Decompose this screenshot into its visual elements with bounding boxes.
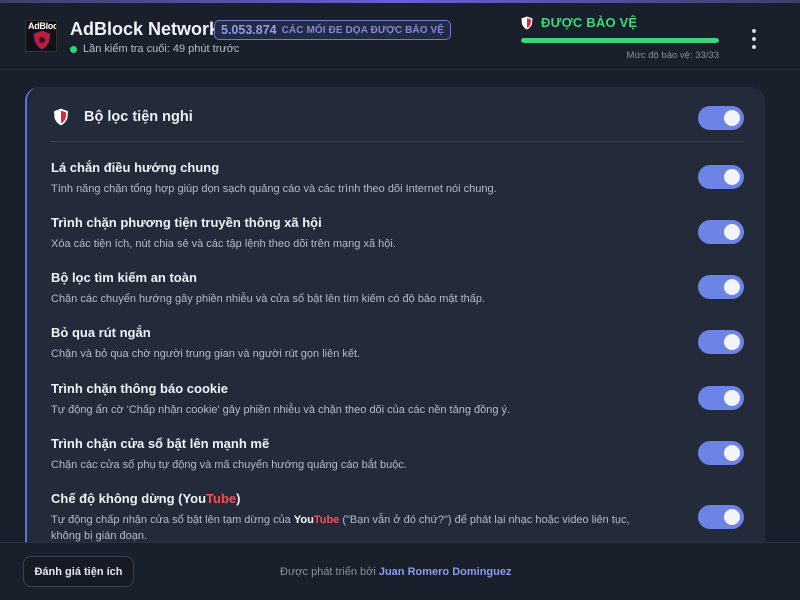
shield-icon xyxy=(521,16,533,29)
title-tube: Tube xyxy=(206,491,237,506)
shield-icon xyxy=(53,108,69,126)
threat-counter-badge: 5.053.874 CÁC MỐI ĐE DỌA ĐƯỢC BẢO VỆ xyxy=(214,20,452,40)
card-header: Bộ lọc tiện nghi xyxy=(27,87,765,141)
protection-progress-fill xyxy=(521,38,719,43)
filter-row-youtube-nonstop: Chế độ không dừng (YouTube) Tự động chấp… xyxy=(51,491,744,544)
logo-shield-icon xyxy=(33,30,51,50)
more-menu-icon[interactable] xyxy=(746,27,762,51)
filter-title: Trình chặn cửa sổ bật lên mạnh mẽ xyxy=(51,436,270,451)
app-header: AdBlock AdBlock Network 5.053.874 CÁC MỐ… xyxy=(0,3,800,70)
filter-description: Xóa các tiện ích, nút chia sẻ và các tập… xyxy=(51,238,396,250)
toggle-knob xyxy=(724,445,740,461)
author-link[interactable]: Juan Romero Dominguez xyxy=(379,566,512,578)
desc-you: You xyxy=(293,514,314,526)
rate-extension-button[interactable]: Đánh giá tiện ích xyxy=(23,556,134,587)
divider xyxy=(51,141,744,142)
toggle-knob xyxy=(724,279,740,295)
protection-progress-bar xyxy=(521,38,719,43)
toggle-knob xyxy=(724,224,740,240)
filter-description: Tự động ẩn cờ 'Chấp nhận cookie' gây phi… xyxy=(51,404,511,416)
app-footer: Đánh giá tiện ích Được phát triển bởi Ju… xyxy=(0,542,800,600)
toggle-popup-blocker[interactable] xyxy=(698,441,744,465)
threat-count: 5.053.874 xyxy=(221,23,277,37)
title-prefix: Chế độ không dừng ( xyxy=(51,491,183,506)
filter-description: Chặn các cửa sổ phụ tự động và mã chuyển… xyxy=(51,459,407,471)
toggle-shortener-bypass[interactable] xyxy=(698,330,744,354)
filter-row-social-media: Trình chặn phương tiện truyền thông xã h… xyxy=(51,215,744,252)
online-dot-icon xyxy=(70,45,77,53)
desc-tube: Tube xyxy=(313,514,340,526)
filter-title: Trình chặn phương tiện truyền thông xã h… xyxy=(51,215,322,230)
toggle-knob xyxy=(724,334,740,350)
filter-row-popup-blocker: Trình chặn cửa sổ bật lên mạnh mẽ Chặn c… xyxy=(51,436,744,473)
filter-description: Chặn các chuyển hướng gây phiền nhiễu và… xyxy=(51,293,486,305)
filter-description: Tính năng chặn tổng hợp giúp dọn sạch qu… xyxy=(51,183,497,195)
filter-row-general-shield: Lá chắn điều hướng chung Tính năng chặn … xyxy=(51,160,744,197)
toggle-cookie-notice[interactable] xyxy=(698,386,744,410)
status-text: ĐƯỢC BẢO VỆ xyxy=(541,15,638,30)
threat-label: CÁC MỐI ĐE DỌA ĐƯỢC BẢO VỆ xyxy=(281,24,445,36)
last-check-status: Lần kiểm tra cuối: 49 phút trước xyxy=(70,43,239,55)
filter-title: Bộ lọc tìm kiếm an toàn xyxy=(51,270,197,285)
filter-row-shortener-bypass: Bỏ qua rút ngắn Chặn và bỏ qua chờ người… xyxy=(51,325,744,362)
credit-prefix: Được phát triển bởi xyxy=(280,566,376,578)
comfort-filters-card: Bộ lọc tiện nghi Lá chắn điều hướng chun… xyxy=(25,87,765,557)
toggle-knob xyxy=(724,390,740,406)
card-title: Bộ lọc tiện nghi xyxy=(84,109,193,125)
filter-description: Chặn và bỏ qua chờ người trung gian và n… xyxy=(51,348,361,360)
master-toggle[interactable] xyxy=(698,106,744,130)
filter-title: Bỏ qua rút ngắn xyxy=(51,325,151,340)
toggle-general-shield[interactable] xyxy=(698,165,744,189)
filter-title: Trình chặn thông báo cookie xyxy=(51,381,228,396)
filter-row-safe-search: Bộ lọc tìm kiếm an toàn Chặn các chuyển … xyxy=(51,270,744,307)
toggle-safe-search[interactable] xyxy=(698,275,744,299)
app-title: AdBlock Network xyxy=(70,19,220,39)
filter-row-cookie-notice: Trình chặn thông báo cookie Tự động ẩn c… xyxy=(51,381,744,418)
toggle-knob xyxy=(724,169,740,185)
toggle-knob xyxy=(724,509,740,525)
title-you: You xyxy=(182,491,207,506)
desc-prefix: Tự động chấp nhận cửa sổ bật lên tạm dừn… xyxy=(51,514,294,526)
toggle-knob xyxy=(724,110,740,126)
toggle-youtube-nonstop[interactable] xyxy=(698,505,744,529)
title-suffix: ) xyxy=(236,491,241,506)
filter-description: Tự động chấp nhận cửa sổ bật lên tạm dừn… xyxy=(51,512,631,544)
filter-title: Lá chắn điều hướng chung xyxy=(51,160,220,175)
protection-level-text: Mức độ bảo vệ: 33/33 xyxy=(626,50,719,61)
credit-line: Được phát triển bởi Juan Romero Domingue… xyxy=(280,566,511,578)
last-check-text: Lần kiểm tra cuối: 49 phút trước xyxy=(83,43,240,55)
toggle-social-media[interactable] xyxy=(698,220,744,244)
app-logo: AdBlock xyxy=(25,20,57,52)
protection-status: ĐƯỢC BẢO VỆ xyxy=(521,15,637,30)
filter-title: Chế độ không dừng (YouTube) xyxy=(51,491,744,506)
